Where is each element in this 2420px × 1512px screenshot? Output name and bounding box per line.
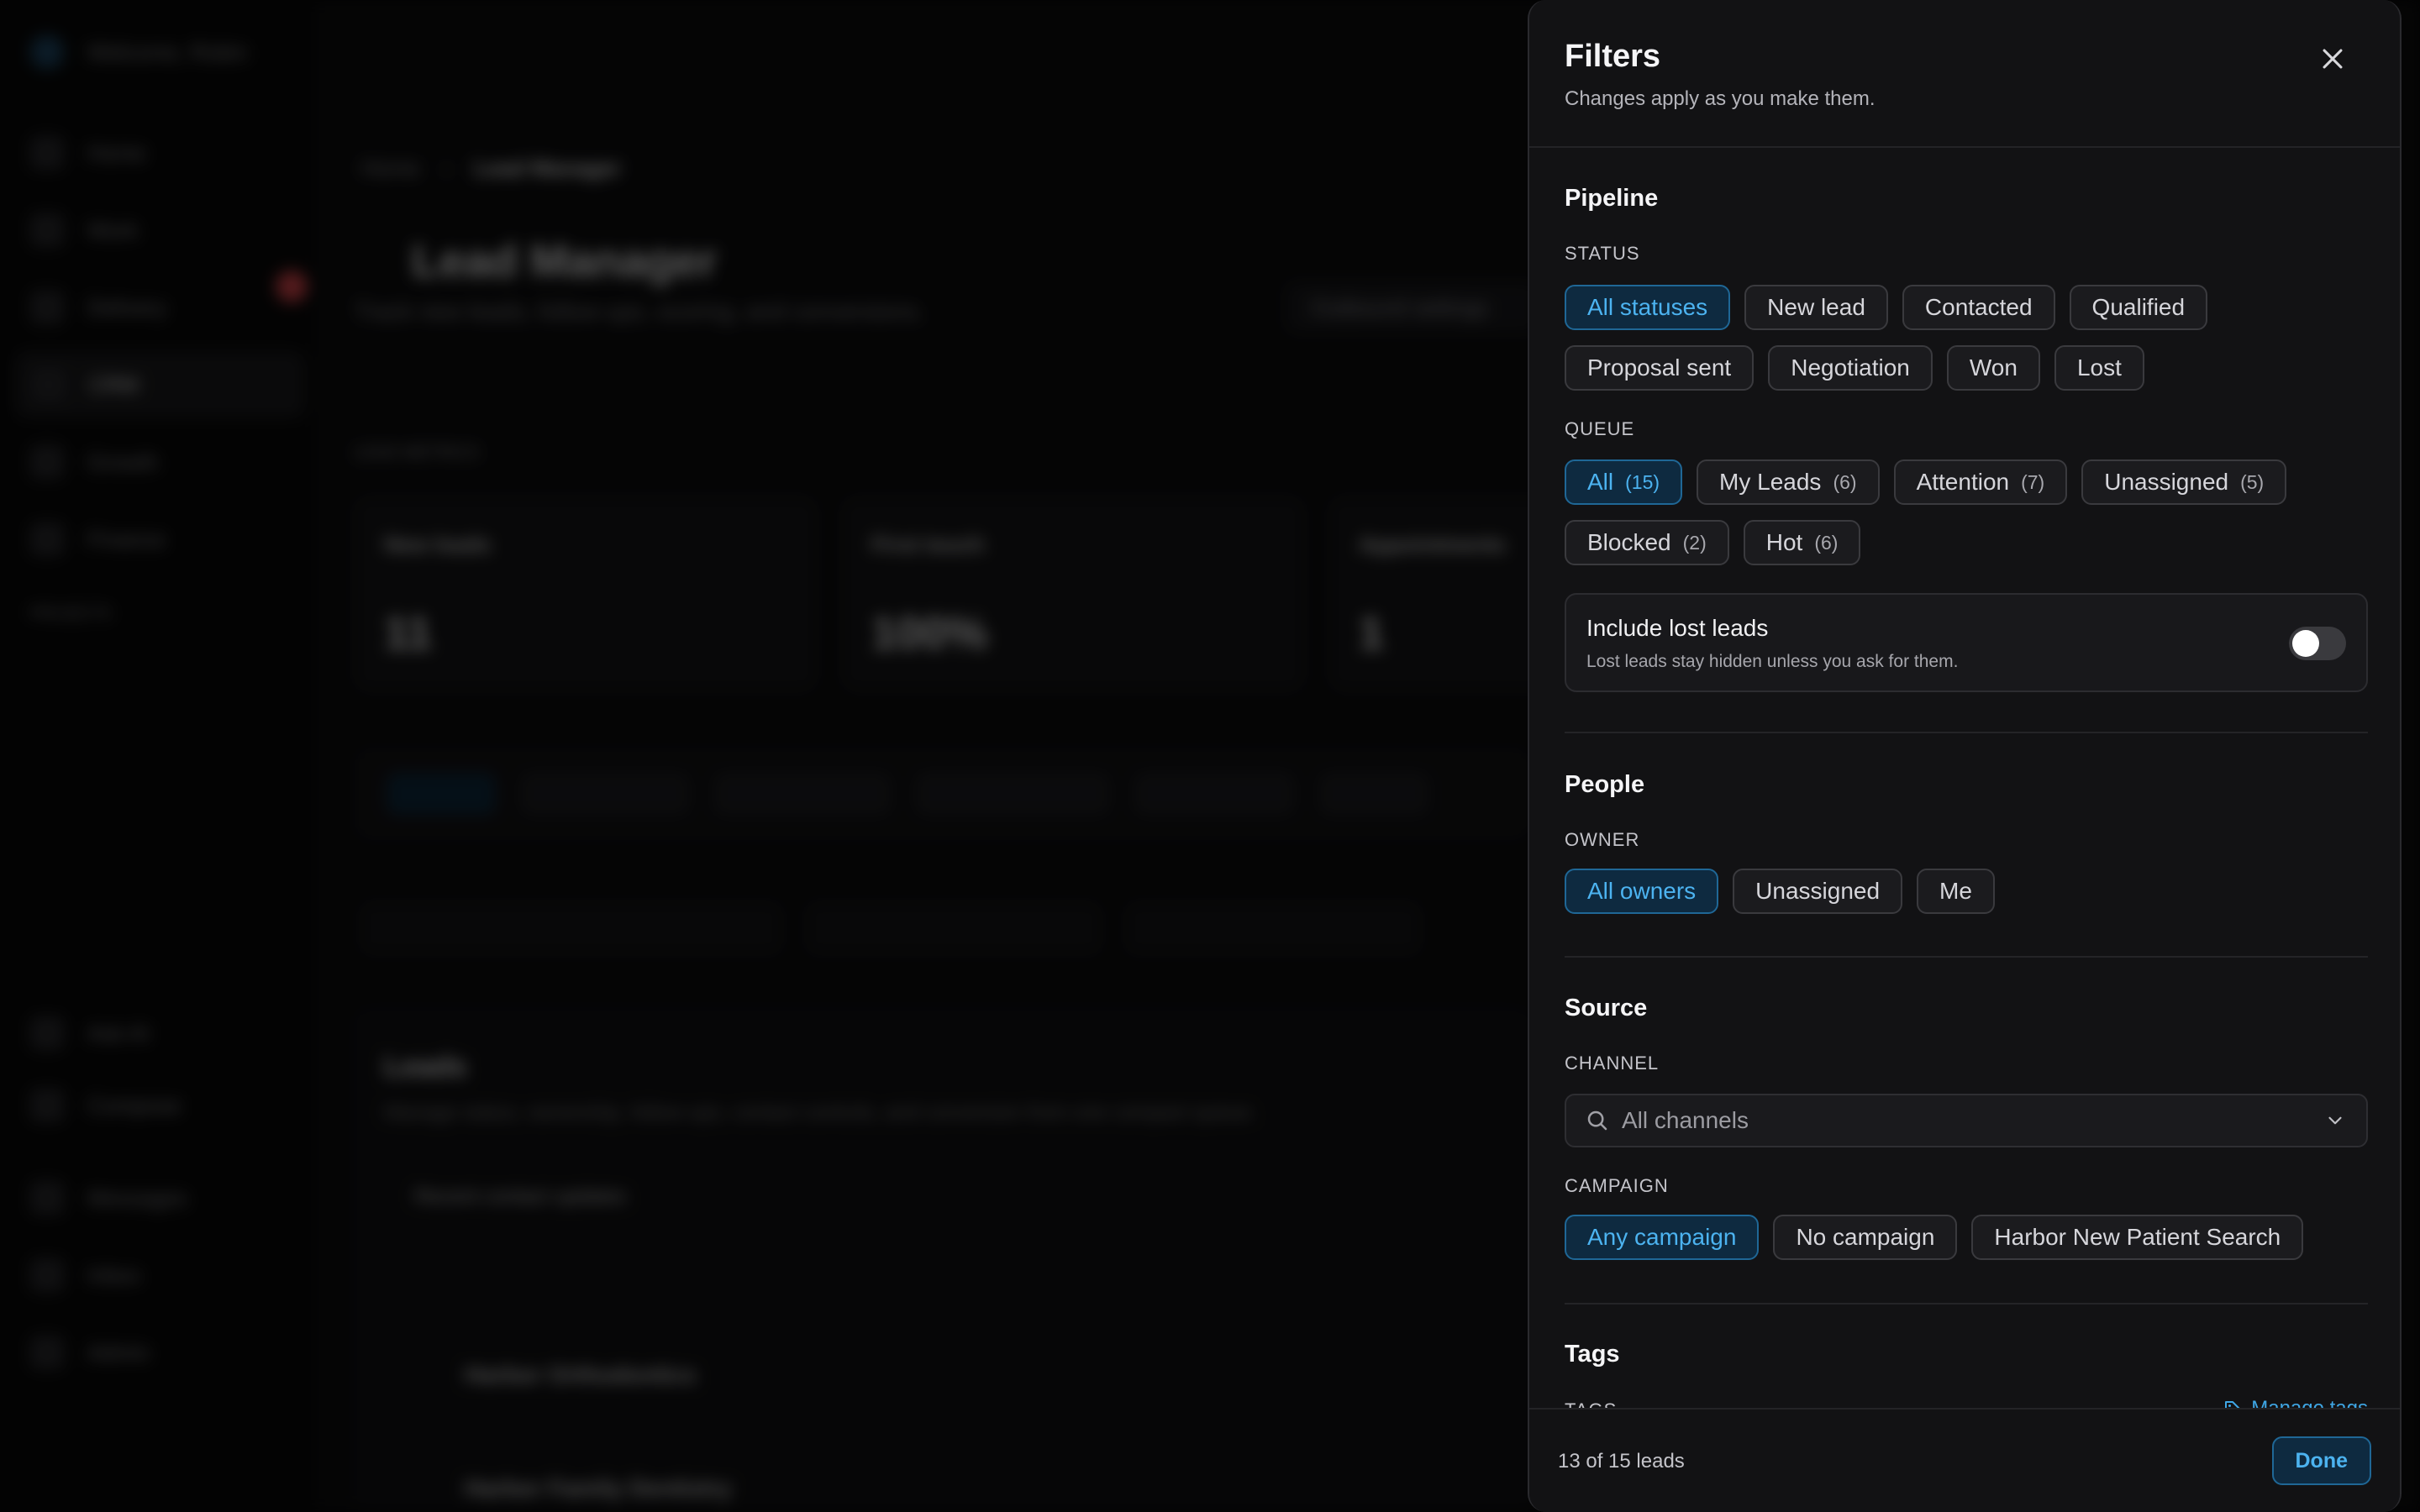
- section-people-title: People: [1565, 771, 1645, 798]
- section-divider: [1565, 1303, 2368, 1305]
- chip-label: Attention: [1916, 469, 2010, 495]
- chip-label: Lost: [2076, 354, 2122, 381]
- search-icon: [1583, 1106, 1612, 1135]
- channel-select[interactable]: All channels: [1565, 1094, 2368, 1147]
- chip-status-qualified[interactable]: Qualified: [2069, 285, 2208, 330]
- chip-queue-my-leads[interactable]: My Leads (6): [1697, 459, 1880, 505]
- chip-label: All: [1587, 469, 1614, 495]
- campaign-label: CAMPAIGN: [1565, 1175, 1669, 1196]
- chip-status-all[interactable]: All statuses: [1565, 285, 1731, 330]
- chip-queue-unassigned[interactable]: Unassigned (5): [2081, 459, 2287, 505]
- chip-owner-me[interactable]: Me: [1917, 869, 1995, 914]
- chip-label: All owners: [1587, 878, 1697, 904]
- owner-chips: All owners Unassigned Me: [1565, 869, 2368, 914]
- toggle-knob: [2292, 630, 2319, 657]
- filters-panel: Filters Changes apply as you make them. …: [1528, 0, 2402, 1512]
- chip-status-contacted[interactable]: Contacted: [1902, 285, 2055, 330]
- chip-queue-blocked[interactable]: Blocked (2): [1565, 520, 1729, 565]
- section-divider: [1565, 956, 2368, 958]
- include-lost-leads-card: Include lost leads Lost leads stay hidde…: [1565, 593, 2368, 692]
- chip-count: (6): [1833, 470, 1857, 493]
- chip-label: Harbor New Patient Search: [1994, 1224, 2281, 1250]
- chip-campaign-any[interactable]: Any campaign: [1565, 1215, 1760, 1260]
- status-label: STATUS: [1565, 243, 1640, 264]
- chip-label: Won: [1969, 354, 2018, 381]
- done-button[interactable]: Done: [2271, 1436, 2371, 1485]
- results-count: 13 of 15 leads: [1558, 1450, 1685, 1473]
- chip-label: No campaign: [1796, 1224, 1935, 1250]
- channel-label: CHANNEL: [1565, 1053, 1660, 1074]
- chip-label: Any campaign: [1587, 1224, 1737, 1250]
- filters-header: Filters Changes apply as you make them.: [1529, 0, 2400, 148]
- chip-label: Proposal sent: [1587, 354, 1732, 381]
- include-lost-leads-toggle[interactable]: [2289, 627, 2346, 660]
- chevron-down-icon: [2323, 1108, 2348, 1133]
- panel-title: Filters: [1565, 39, 1661, 74]
- chip-queue-all[interactable]: All (15): [1565, 459, 1683, 505]
- chip-label: My Leads: [1719, 469, 1822, 495]
- chip-count: (6): [1814, 531, 1839, 554]
- chip-status-won[interactable]: Won: [1946, 345, 2040, 391]
- chip-count: (2): [1682, 531, 1707, 554]
- chip-label: Unassigned: [2104, 469, 2229, 495]
- queue-chips: All (15) My Leads (6) Attention (7) Unassig…: [1565, 459, 2368, 565]
- chip-owner-unassigned[interactable]: Unassigned: [1733, 869, 1903, 914]
- close-button[interactable]: [2311, 37, 2354, 81]
- chip-queue-hot[interactable]: Hot (6): [1743, 520, 1861, 565]
- chip-label: Qualified: [2091, 294, 2186, 320]
- chip-count: (7): [2021, 470, 2045, 493]
- chip-status-proposal-sent[interactable]: Proposal sent: [1565, 345, 1754, 391]
- filters-footer: 13 of 15 leads Done: [1529, 1408, 2400, 1512]
- section-divider: [1565, 732, 2368, 733]
- chip-status-new-lead[interactable]: New lead: [1744, 285, 1888, 330]
- chip-label: New lead: [1767, 294, 1865, 320]
- chip-label: Contacted: [1924, 294, 2033, 320]
- section-source-title: Source: [1565, 995, 1648, 1021]
- chip-label: Blocked: [1587, 529, 1671, 555]
- queue-label: QUEUE: [1565, 418, 1635, 439]
- chip-status-negotiation[interactable]: Negotiation: [1768, 345, 1933, 391]
- include-lost-leads-description: Lost leads stay hidden unless you ask fo…: [1586, 652, 1959, 671]
- chip-campaign-none[interactable]: No campaign: [1773, 1215, 1958, 1260]
- chip-queue-attention[interactable]: Attention (7): [1893, 459, 2068, 505]
- chip-label: Me: [1939, 878, 1972, 904]
- owner-label: OWNER: [1565, 829, 1640, 850]
- channel-select-value: All channels: [1622, 1107, 1749, 1133]
- panel-subtitle: Changes apply as you make them.: [1565, 87, 1876, 110]
- section-tags-title: Tags: [1565, 1341, 1620, 1368]
- chip-campaign-harbor-new-patient-search[interactable]: Harbor New Patient Search: [1971, 1215, 2304, 1260]
- chip-owner-all[interactable]: All owners: [1565, 869, 1719, 914]
- campaign-chips: Any campaign No campaign Harbor New Pati…: [1565, 1215, 2368, 1260]
- chip-label: All statuses: [1587, 294, 1708, 320]
- chip-label: Unassigned: [1755, 878, 1881, 904]
- status-chips: All statuses New lead Contacted Qualifie…: [1565, 285, 2368, 391]
- chip-label: Hot: [1765, 529, 1803, 555]
- include-lost-leads-title: Include lost leads: [1586, 615, 1769, 641]
- chip-count: (5): [2240, 470, 2265, 493]
- chip-count: (15): [1625, 470, 1660, 493]
- chip-label: Negotiation: [1791, 354, 1910, 381]
- chip-status-lost[interactable]: Lost: [2054, 345, 2144, 391]
- section-pipeline-title: Pipeline: [1565, 185, 1659, 212]
- close-icon: [2323, 49, 2343, 69]
